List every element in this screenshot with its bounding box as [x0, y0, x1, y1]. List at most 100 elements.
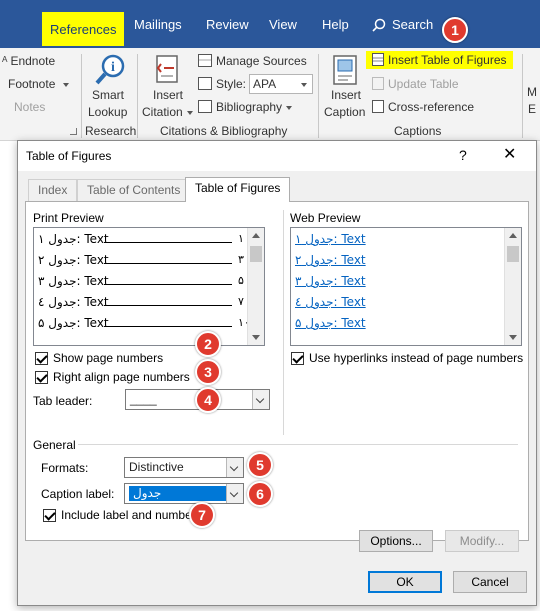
- footnote-label: Footnote: [8, 77, 56, 91]
- print-preview-row: جدول ۲: Text ۳: [38, 253, 244, 267]
- right-align-label: Right align page numbers: [53, 370, 190, 384]
- table-of-figures-icon: [372, 53, 384, 66]
- scroll-down-icon[interactable]: [509, 335, 517, 340]
- web-preview-scrollbar[interactable]: [504, 228, 521, 345]
- group-divider: [81, 54, 82, 138]
- print-preview-box: جدول ۱: Text ۱ جدول ۲: Text ۳ جدول ۳: Text…: [33, 227, 265, 346]
- caption-label-label: Caption label:: [41, 487, 115, 501]
- scroll-thumb[interactable]: [507, 246, 519, 262]
- manage-sources-icon: [198, 54, 212, 67]
- chevron-down-icon: [301, 83, 307, 87]
- cross-reference-button[interactable]: Cross-reference: [372, 100, 474, 114]
- web-preview-link: جدول ۵: Text: [295, 316, 366, 330]
- print-preview-label: Print Preview: [33, 211, 104, 225]
- tab-references[interactable]: References: [42, 12, 125, 46]
- tab-index[interactable]: Index: [28, 179, 78, 201]
- insert-label: Insert: [331, 88, 362, 102]
- scroll-up-icon[interactable]: [509, 233, 517, 238]
- caption-label-dropdown[interactable]: جدول: [124, 483, 244, 504]
- style-icon: [198, 77, 212, 90]
- scroll-up-icon[interactable]: [252, 233, 260, 238]
- style-label: Style:: [198, 77, 246, 91]
- chevron-down-icon: [186, 110, 193, 115]
- insert-tof-label: Insert Table of Figures: [388, 53, 507, 67]
- tab-table-of-figures[interactable]: Table of Figures: [185, 177, 291, 202]
- close-icon[interactable]: ✕: [503, 144, 516, 164]
- scroll-thumb[interactable]: [250, 246, 262, 262]
- dialog-title: Table of Figures: [26, 149, 112, 163]
- insert-citation-button[interactable]: Insert Citation: [142, 51, 194, 121]
- manage-sources-button[interactable]: Manage Sources: [198, 54, 307, 68]
- chevron-down-icon: [252, 390, 269, 409]
- show-page-numbers-checkbox[interactable]: [35, 352, 48, 365]
- web-preview-link: جدول ۳: Text: [295, 274, 366, 288]
- include-label-checkbox[interactable]: [43, 509, 56, 522]
- general-divider: [78, 444, 518, 445]
- insert-endnote-button[interactable]: ᴬ Endnote: [2, 54, 55, 68]
- entry-partial-label: E: [528, 102, 537, 116]
- tab-view[interactable]: View: [269, 13, 297, 37]
- step-badge-6: 6: [247, 481, 273, 507]
- cross-reference-label: Cross-reference: [388, 100, 475, 114]
- tab-mailings[interactable]: Mailings: [134, 13, 182, 37]
- table-of-figures-dialog: Table of Figures ? ✕ Index Table of Cont…: [17, 140, 537, 606]
- chevron-down-icon: [63, 82, 70, 87]
- scroll-down-icon[interactable]: [252, 335, 260, 340]
- step-badge-2: 2: [195, 331, 221, 357]
- web-preview-box: جدول ۱: Text جدول ۲: Text جدول ۳: Text ج…: [290, 227, 522, 346]
- insert-citation-icon: [156, 55, 178, 83]
- caption-label-value: جدول: [129, 486, 229, 501]
- tab-help[interactable]: Help: [322, 13, 349, 37]
- ok-button[interactable]: OK: [368, 571, 442, 593]
- cancel-button[interactable]: Cancel: [453, 571, 527, 593]
- chevron-down-icon: [226, 484, 243, 503]
- bibliography-button[interactable]: Bibliography: [198, 100, 293, 114]
- use-hyperlinks-checkbox[interactable]: [291, 352, 304, 365]
- tab-table-of-contents[interactable]: Table of Contents: [77, 179, 191, 201]
- options-button[interactable]: Options...: [359, 530, 433, 552]
- use-hyperlinks-label: Use hyperlinks instead of page numbers: [309, 351, 524, 365]
- modify-button[interactable]: Modify...: [445, 530, 519, 552]
- chevron-down-icon: [286, 105, 293, 110]
- print-preview-scrollbar[interactable]: [247, 228, 264, 345]
- endnote-icon: ᴬ: [2, 54, 8, 68]
- step-badge-1: 1: [442, 17, 468, 43]
- help-button[interactable]: ?: [459, 147, 467, 163]
- smart-lookup-icon: i: [95, 54, 125, 85]
- insert-label: Insert: [153, 88, 184, 102]
- formats-dropdown[interactable]: Distinctive: [124, 457, 244, 478]
- group-label-captions: Captions: [394, 124, 442, 138]
- group-label-citations: Citations & Bibliography: [160, 124, 288, 138]
- step-badge-7: 7: [189, 502, 215, 528]
- formats-label: Formats:: [41, 461, 89, 475]
- show-notes-button[interactable]: Notes: [14, 100, 45, 114]
- bibliography-label: Bibliography: [216, 100, 283, 114]
- print-preview-row: جدول ٤: Text ۷: [38, 295, 244, 309]
- update-table-button[interactable]: Update Table: [372, 77, 459, 91]
- right-align-checkbox[interactable]: [35, 371, 48, 384]
- dialog-launcher-icon[interactable]: [70, 128, 77, 135]
- preview-divider: [283, 210, 284, 435]
- insert-caption-button[interactable]: Insert Caption: [322, 51, 368, 121]
- bibliography-icon: [198, 100, 212, 113]
- include-label-text: Include label and number: [61, 508, 196, 522]
- insert-table-of-figures-button[interactable]: Insert Table of Figures: [366, 51, 513, 69]
- update-table-label: Update Table: [388, 77, 459, 91]
- ribbon-panel: ᴬ Endnote Footnote Notes i Smart Lookup R…: [0, 48, 540, 141]
- group-label-research: Research: [85, 124, 137, 138]
- print-preview-row: جدول ۳: Text ۵: [38, 274, 244, 288]
- tab-leader-label: Tab leader:: [33, 394, 93, 408]
- style-dropdown[interactable]: APA: [249, 74, 313, 94]
- web-preview-link: جدول ٤: Text: [295, 295, 366, 309]
- tab-review[interactable]: Review: [206, 13, 249, 37]
- step-badge-3: 3: [195, 359, 221, 385]
- manage-sources-label: Manage Sources: [216, 54, 307, 68]
- general-label: General: [33, 438, 76, 452]
- search-box[interactable]: Search: [372, 13, 433, 37]
- web-preview-link: جدول ۱: Text: [295, 232, 366, 246]
- group-divider: [137, 54, 138, 138]
- group-divider: [522, 54, 523, 138]
- print-preview-row: جدول ۵: Text ۱۰: [38, 316, 250, 330]
- step-badge-4: 4: [195, 387, 221, 413]
- next-footnote-button[interactable]: Footnote: [8, 77, 70, 91]
